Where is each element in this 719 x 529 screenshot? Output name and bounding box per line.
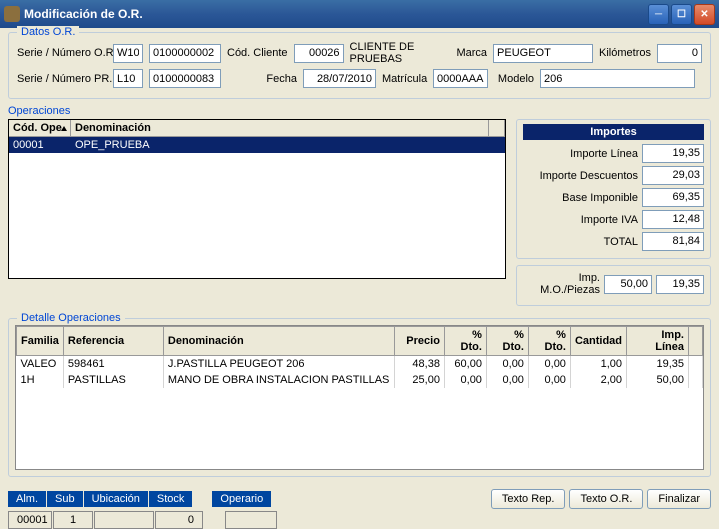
modelo-label: Modelo [494,73,534,85]
serie-pr-num-field[interactable] [149,69,221,88]
marca-field[interactable] [493,44,593,63]
serie-or-label: Serie / Número O.R. [17,47,107,59]
close-button[interactable]: ✕ [694,4,715,25]
maximize-button[interactable]: ☐ [671,4,692,25]
det-col-dto3[interactable]: % Dto. [528,327,570,356]
ops-col-cod[interactable]: Cód. Ope. [9,120,71,136]
imp-desc-value: 29,03 [642,166,704,185]
det-col-den[interactable]: Denominación [163,327,394,356]
matricula-label: Matrícula [382,73,427,85]
minimize-button[interactable]: ─ [648,4,669,25]
imp-piezas-value: 19,35 [656,275,704,294]
status-ubic [94,511,154,529]
status-sub: 1 [53,511,93,529]
imp-iva-label: Importe IVA [523,214,638,226]
det-col-imp[interactable]: Imp. Línea [627,327,689,356]
det-col-ref[interactable]: Referencia [63,327,163,356]
ops-col-spacer [489,120,505,136]
operaciones-grid[interactable]: Cód. Ope. Denominación 00001 OPE_PRUEBA [8,119,506,279]
finalizar-button[interactable]: Finalizar [647,489,711,509]
km-field[interactable] [657,44,702,63]
tab-alm[interactable]: Alm. [8,491,46,507]
importes-header: Importes [523,124,704,140]
cod-cliente-label: Cód. Cliente [227,47,288,59]
texto-or-button[interactable]: Texto O.R. [569,489,643,509]
detalle-grid[interactable]: Familia Referencia Denominación Precio %… [15,325,704,470]
imp-base-value: 69,35 [642,188,704,207]
imp-mo-label: Imp. M.O./Piezas [523,272,600,296]
det-col-familia[interactable]: Familia [17,327,64,356]
tab-operario[interactable]: Operario [212,491,271,507]
titlebar: Modificación de O.R. ─ ☐ ✕ [0,0,719,28]
det-col-precio[interactable]: Precio [394,327,444,356]
imp-total-value: 81,84 [642,232,704,251]
fecha-field[interactable] [303,69,376,88]
km-label: Kilómetros [599,47,651,59]
status-alm: 00001 [8,511,52,529]
app-icon [4,6,20,22]
imp-linea-value: 19,35 [642,144,704,163]
matricula-field[interactable] [433,69,488,88]
texto-rep-button[interactable]: Texto Rep. [491,489,566,509]
tab-ubicacion[interactable]: Ubicación [84,491,148,507]
footer-tabstrip: Alm. Sub Ubicación Stock [8,491,192,507]
marca-label: Marca [456,47,487,59]
ops-col-den[interactable]: Denominación [71,120,489,136]
det-col-dto1[interactable]: % Dto. [444,327,486,356]
serie-or-num-field[interactable] [149,44,221,63]
det-col-dto2[interactable]: % Dto. [486,327,528,356]
det-col-cant[interactable]: Cantidad [570,327,626,356]
datos-or-group: Datos O.R. Serie / Número O.R. Cód. Clie… [8,32,711,99]
imp-base-label: Base Imponible [523,192,638,204]
tab-sub[interactable]: Sub [47,491,83,507]
fecha-label: Fecha [227,73,297,85]
ops-row-den: OPE_PRUEBA [71,137,505,153]
detalle-label: Detalle Operaciones [17,312,125,324]
cliente-nombre: CLIENTE DE PRUEBAS [350,41,451,65]
ops-row[interactable]: 00001 OPE_PRUEBA [9,137,505,153]
status-stock: 0 [155,511,203,529]
imp-iva-value: 12,48 [642,210,704,229]
modelo-field[interactable] [540,69,695,88]
status-operario [225,511,277,529]
serie-or-serie-field[interactable] [113,44,143,63]
detalle-row[interactable]: 1HPASTILLASMANO DE OBRA INSTALACION PAST… [17,372,703,388]
datos-or-legend: Datos O.R. [17,26,79,38]
detalle-row[interactable]: VALEO598461J.PASTILLA PEUGEOT 20648,3860… [17,356,703,373]
imp-mo-value: 50,00 [604,275,652,294]
window-title: Modificación de O.R. [24,7,648,21]
imp-linea-label: Importe Línea [523,148,638,160]
serie-pr-label: Serie / Número PR. [17,73,107,85]
imp-total-label: TOTAL [523,236,638,248]
imp-desc-label: Importe Descuentos [523,170,638,182]
cod-cliente-field[interactable] [294,44,344,63]
ops-row-cod: 00001 [9,137,71,153]
serie-pr-serie-field[interactable] [113,69,143,88]
tab-stock[interactable]: Stock [149,491,193,507]
operaciones-label: Operaciones [8,105,506,117]
